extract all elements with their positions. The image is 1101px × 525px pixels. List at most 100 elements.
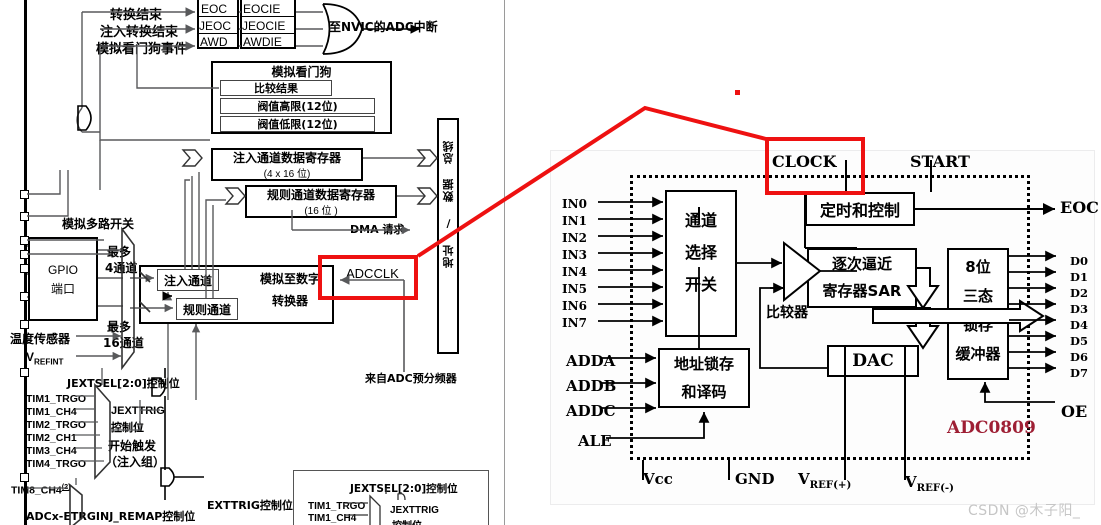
comparator-label: 比较器 (766, 305, 808, 321)
latch-line3: 锁存 (962, 315, 993, 334)
output-label-d7: D7 (1070, 366, 1088, 380)
start-trigger-line2: （注入组） (105, 455, 166, 469)
vrefint-text: V (26, 350, 35, 364)
bottom-trigger-source-0: TIM1_TRGO (308, 501, 366, 512)
injected-channel-box: 注入通道 (157, 269, 219, 291)
mux-4ch-line2: 4通道 (105, 261, 138, 275)
power-pin-vref-plus-label: V (798, 470, 810, 488)
pin-label-oe: OE (1061, 402, 1088, 421)
addr-label-addc: ADDC (566, 402, 616, 420)
latch-line1: 8位 (965, 257, 991, 276)
vrefint-sub: REFINT (34, 357, 64, 367)
address-latch-line2: 和译码 (681, 382, 727, 401)
divider (240, 33, 296, 34)
trigger-source-1: TIM1_CH4 (26, 406, 77, 418)
input-label-in2: IN2 (562, 231, 587, 245)
status-flag-jeoc: JEOC (199, 19, 232, 33)
regular-data-register-sub: (16 位 ) (304, 205, 338, 217)
output-label-d2: D2 (1070, 286, 1088, 300)
label-dma-request: DMA 请求 (350, 223, 405, 236)
gpio-port-label-line1: GPIO (47, 263, 78, 277)
output-label-d5: D5 (1070, 334, 1088, 348)
power-pin-vref-minus: VREF(-) (905, 473, 954, 494)
divider (197, 33, 239, 34)
mux-16ch-line1: 最多 (107, 320, 132, 334)
address-latch-line1: 地址锁存 (673, 354, 734, 373)
bottom-jexttrig-line1: JEXTTRIG (390, 505, 439, 516)
watermark: CSDN @木子阳_ (968, 503, 1081, 519)
regular-channel-box: 规则通道 (176, 298, 238, 320)
start-trigger-line1: 开始触发 (108, 439, 157, 453)
power-pin-gnd-label: GND (735, 470, 775, 488)
gpio-port-label-line2: 端口 (50, 281, 75, 296)
bottom-jexttrig-line2: 控制位 (392, 517, 422, 525)
watchdog-high-threshold: 阀值高限(12位) (220, 98, 375, 114)
divider (240, 16, 296, 17)
mux-4ch-line1: 最多 (107, 245, 132, 259)
trigger-source-2: TIM2_TRGO (26, 419, 87, 431)
sar-line1: 逐次逼近 (831, 254, 892, 273)
status-flag-awd: AWD (200, 35, 228, 49)
temperature-sensor-label: 温度传感器 (10, 332, 71, 346)
input-label-in6: IN6 (562, 299, 587, 313)
tim8-ch4-text: TIM8_CH4 (11, 484, 62, 497)
timing-and-control-label: 定时和控制 (819, 201, 900, 220)
divider (197, 16, 239, 17)
trigger-source-0: TIM1_TRGO (26, 393, 87, 405)
label-analog-watchdog-event: 模拟看门狗事件 (96, 42, 188, 57)
pin-pad (20, 473, 29, 482)
screenshot-root: 转换结束 注入转换结束 模拟看门狗事件 至NVIC的ADC中断 EOC JEOC… (0, 0, 1101, 525)
latch-line4: 缓冲器 (955, 344, 1001, 363)
input-label-in0: IN0 (562, 197, 587, 211)
enable-bit-eocie: EOCIE (243, 2, 281, 16)
dac-label: DAC (852, 351, 894, 371)
injected-channel-label: 注入通道 (163, 273, 212, 288)
tim8-ch4-note: (2) (61, 483, 71, 491)
power-pin-vref-plus: VREF(+) (798, 470, 851, 491)
trigger-source-3: TIM2_CH1 (26, 432, 77, 444)
channel-select-line2: 选择 (684, 243, 717, 262)
sar-line2: 寄存器SAR (822, 281, 902, 300)
pin-label-start: START (910, 152, 970, 171)
exttrig-control-bit-label: EXTTRIG控制位 (207, 499, 293, 512)
channel-select-line1: 通道 (684, 211, 717, 230)
address-data-bus-label: 地址 / 数据 总线 (442, 140, 455, 268)
addr-label-ale: ALE (578, 432, 612, 450)
watchdog-row-label: 阀值高限(12位) (257, 100, 338, 113)
enable-bit-jeocie: JEOCIE (242, 19, 286, 33)
addr-label-addb: ADDB (566, 377, 617, 395)
vrefint-label: VREFINT (26, 350, 63, 366)
input-label-in5: IN5 (562, 282, 587, 296)
power-pin-vcc-label: Vcc (643, 470, 673, 488)
output-label-d6: D6 (1070, 350, 1088, 364)
power-pin-vref-plus-sub: REF(+) (809, 479, 852, 491)
latch-line2: 三态 (962, 286, 993, 305)
regular-channel-label: 规则通道 (182, 302, 231, 317)
power-pin-vcc: Vcc (643, 470, 673, 488)
input-label-in4: IN4 (562, 265, 587, 279)
tim8-ch4-label: TIM8_CH4(2) (11, 483, 70, 497)
watchdog-low-threshold: 阀值低限(12位) (220, 116, 375, 132)
output-label-d1: D1 (1070, 270, 1088, 284)
input-label-in7: IN7 (562, 316, 587, 330)
watchdog-row-label: 阀值低限(12位) (257, 118, 338, 131)
channel-select-line3: 开关 (684, 275, 717, 294)
status-flag-eoc: EOC (201, 2, 228, 16)
power-pin-gnd: GND (735, 470, 775, 488)
output-label-d0: D0 (1070, 254, 1088, 268)
highlight-box-adcclk (318, 255, 418, 300)
bottom-jextsel-label: JEXTSEL[2:0]控制位 (350, 483, 458, 495)
trigger-source-4: TIM3_CH4 (26, 445, 77, 457)
power-pin-vref-minus-label: V (905, 473, 917, 491)
regular-data-register-title: 规则通道数据寄存器 (266, 188, 375, 202)
enable-bit-awdie: AWDIE (243, 35, 282, 49)
trigger-source-5: TIM4_TRGO (26, 458, 87, 470)
jexttrig-line1: JEXTTRIG (111, 405, 165, 417)
pin-pad (20, 368, 29, 377)
analog-watchdog-title: 模拟看门狗 (271, 65, 332, 79)
jextsel-control-bits-label: JEXTSEL[2:0]控制位 (67, 377, 180, 390)
left-stm32-adc-diagram: 转换结束 注入转换结束 模拟看门狗事件 至NVIC的ADC中断 EOC JEOC… (0, 0, 520, 525)
jexttrig-line2: 控制位 (111, 421, 144, 434)
output-label-d4: D4 (1070, 318, 1088, 332)
output-label-d3: D3 (1070, 302, 1088, 316)
